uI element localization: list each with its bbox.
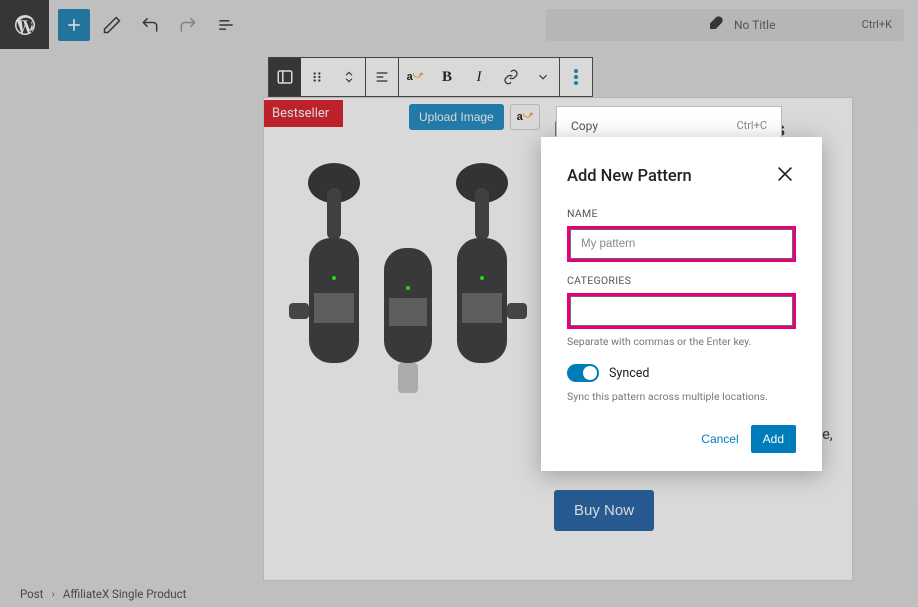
name-label: NAME [567,207,796,220]
add-pattern-modal: Add New Pattern NAME CATEGORIES Separate… [541,137,822,471]
pattern-categories-input[interactable] [570,296,793,326]
menu-item-copy[interactable]: Copy Ctrl+C [557,113,781,139]
synced-help-text: Sync this pattern across multiple locati… [567,390,796,403]
categories-field-highlight [567,293,796,329]
modal-title: Add New Pattern [567,167,692,186]
pattern-name-input[interactable] [570,229,793,259]
categories-label: CATEGORIES [567,274,796,287]
synced-toggle[interactable] [567,364,599,382]
menu-item-label: Copy [571,119,598,133]
close-icon[interactable] [774,163,796,189]
synced-label: Synced [609,366,649,381]
categories-help-text: Separate with commas or the Enter key. [567,335,796,348]
menu-item-shortcut: Ctrl+C [736,119,767,133]
name-field-highlight [567,226,796,262]
cancel-button[interactable]: Cancel [701,432,738,446]
add-button[interactable]: Add [751,425,796,453]
